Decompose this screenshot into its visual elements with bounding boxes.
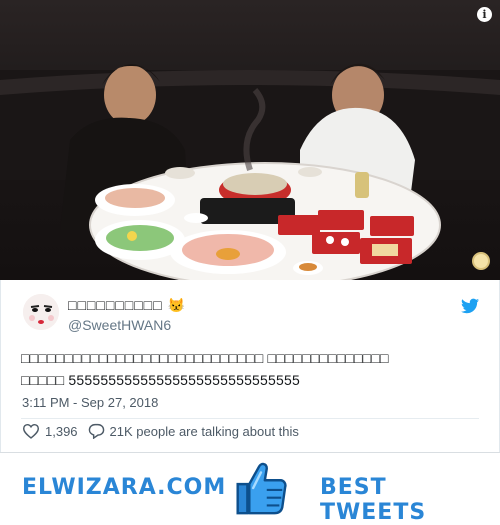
divider (21, 418, 479, 419)
avatar-face-icon (23, 294, 59, 330)
avatar[interactable] (23, 294, 59, 330)
twitter-bird-icon[interactable] (461, 298, 479, 314)
tweet-card[interactable]: □□□□□□□□□□ 😾 @SweetHWAN6 □□□□□□□□□□□□□□□… (0, 280, 500, 452)
pouting-cat-emoji: 😾 (167, 297, 186, 313)
site-name[interactable]: ELWIZARA.COM (22, 475, 226, 500)
tweet-text-laugh: 55555555555555555555555555555 (68, 372, 300, 388)
thumbs-up-icon (236, 462, 287, 515)
heart-icon (22, 423, 40, 439)
conversation-link[interactable]: 21K people are talking about this (88, 423, 299, 439)
banner-tagline: BEST TWEETS (320, 475, 427, 525)
restaurant-scene-illustration (0, 63, 500, 280)
like-count: 1,396 (45, 423, 78, 439)
tweet-timestamp[interactable]: 3:11 PM - Sep 27, 2018 (22, 395, 158, 410)
conversation-text: 21K people are talking about this (109, 423, 299, 439)
tweet-text: □□□□□□□□□□□□□□□□□□□□□□□□□□□□ □□□□□□□□□□□… (21, 347, 471, 391)
speech-bubble-icon (88, 423, 104, 439)
tweet-text-line-2: □□□□□ 55555555555555555555555555555 (21, 369, 471, 391)
channel-logo-icon (472, 252, 490, 270)
display-name[interactable]: □□□□□□□□□□ 😾 (68, 297, 186, 314)
footer-banner: ELWIZARA.COM BEST TWEETS (0, 452, 500, 525)
info-icon[interactable]: i (477, 7, 492, 22)
tweet-photo[interactable]: i (0, 0, 500, 280)
like-button[interactable]: 1,396 (22, 423, 78, 439)
tweet-text-line-1: □□□□□□□□□□□□□□□□□□□□□□□□□□□□ □□□□□□□□□□□… (21, 350, 389, 366)
display-name-text: □□□□□□□□□□ (68, 297, 163, 313)
user-handle[interactable]: @SweetHWAN6 (68, 317, 171, 333)
tweet-actions: 1,396 21K people are talking about this (22, 423, 309, 439)
tweet-text-prefix: □□□□□ (21, 372, 69, 388)
